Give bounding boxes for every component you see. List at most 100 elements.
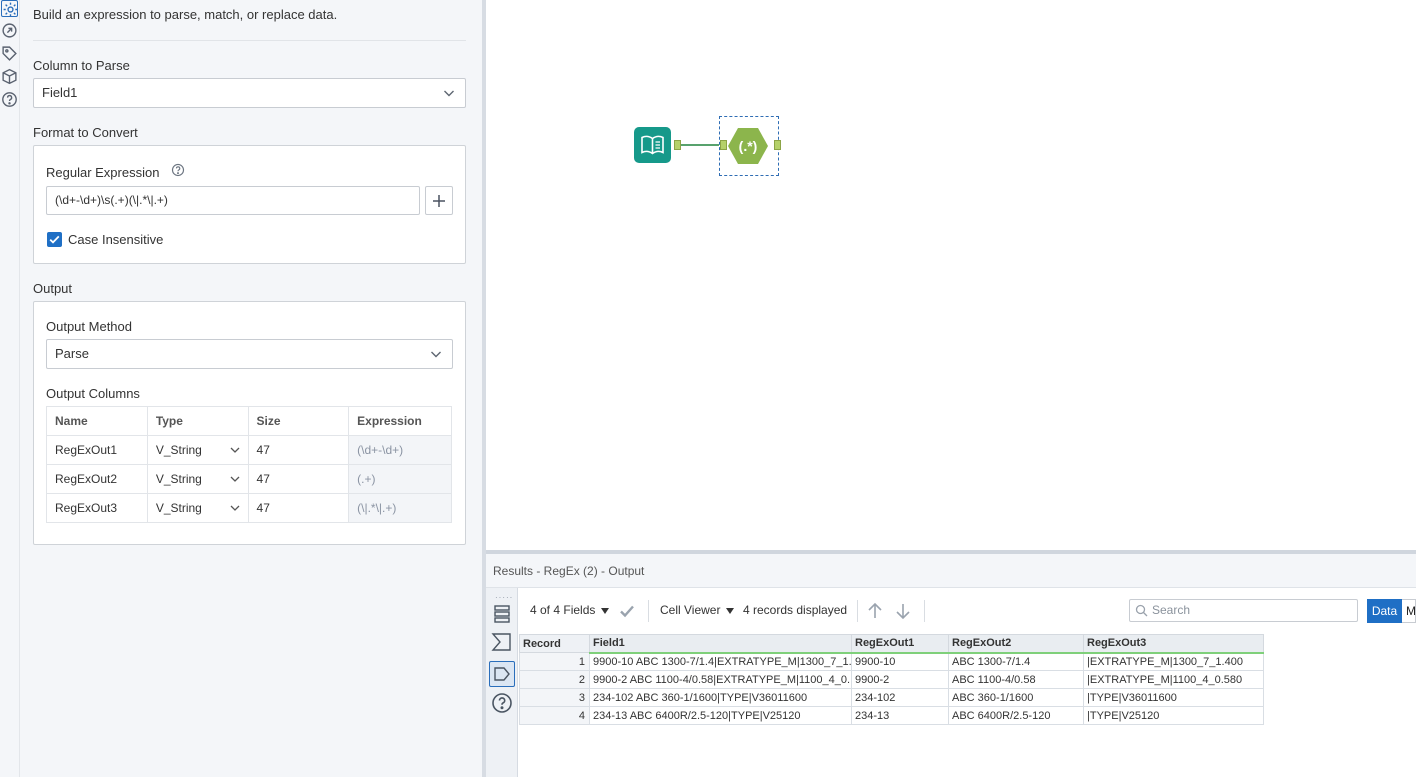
- output-column-size[interactable]: 47: [247, 464, 350, 494]
- column-header: Name: [46, 406, 148, 436]
- grid-header[interactable]: Field1: [589, 634, 852, 654]
- tool-description: Build an expression to parse, match, or …: [33, 7, 338, 22]
- output-column-name[interactable]: RegExOut3: [46, 493, 148, 523]
- grid-cell[interactable]: |TYPE|V25120: [1083, 706, 1264, 725]
- grid-header[interactable]: RegExOut1: [851, 634, 949, 654]
- chevron-down-icon: [443, 88, 455, 98]
- output-column-name[interactable]: RegExOut1: [46, 435, 148, 465]
- type-value: V_String: [155, 501, 202, 515]
- case-insensitive-checkbox[interactable]: [47, 232, 62, 247]
- case-insensitive-label: Case Insensitive: [68, 232, 164, 247]
- column-header: Size: [247, 406, 350, 436]
- column-header: Type: [146, 406, 249, 436]
- chevron-down-icon: [230, 504, 240, 512]
- output-box: Output Method Parse Output Columns Name …: [33, 301, 466, 545]
- grid-cell[interactable]: |EXTRATYPE_M|1300_7_1.400: [1083, 652, 1264, 671]
- grid-cell[interactable]: 9900-10 ABC 1300-7/1.4|EXTRATYPE_M|1300_…: [589, 652, 852, 671]
- metadata-view-button[interactable]: M: [1402, 599, 1416, 623]
- grip-handle[interactable]: ·····: [495, 593, 513, 602]
- toolbar-separator: [648, 600, 649, 622]
- output-column-size[interactable]: 47: [247, 435, 350, 465]
- output-column-type[interactable]: V_String: [146, 493, 249, 523]
- connection-icon[interactable]: [1, 22, 18, 39]
- table-row: RegExOut3 V_String 47 (\|.*\|.+): [46, 493, 452, 523]
- record-number: 3: [519, 688, 590, 707]
- configuration-panel: Build an expression to parse, match, or …: [20, 0, 482, 777]
- column-header: Expression: [348, 406, 452, 436]
- output-label: Output: [33, 281, 73, 296]
- rows-icon[interactable]: [491, 603, 513, 625]
- divider: [33, 40, 466, 41]
- regular-expression-label: Regular Expression: [46, 165, 160, 180]
- grid-header[interactable]: Record: [519, 634, 590, 653]
- table-row: RegExOut1 V_String 47 (\d+-\d+): [46, 435, 452, 465]
- grid-cell[interactable]: ABC 1300-7/1.4: [948, 652, 1084, 671]
- table-row: RegExOut2 V_String 47 (.+): [46, 464, 452, 494]
- output-anchor[interactable]: [774, 140, 781, 150]
- grid-cell[interactable]: 234-102: [851, 688, 949, 707]
- grid-cell[interactable]: |EXTRATYPE_M|1100_4_0.580: [1083, 670, 1264, 689]
- arrow-down-icon[interactable]: [894, 602, 912, 620]
- arrow-up-icon[interactable]: [866, 602, 884, 620]
- grid-cell[interactable]: ABC 6400R/2.5-120: [948, 706, 1084, 725]
- output-column-type[interactable]: V_String: [146, 464, 249, 494]
- grid-cell[interactable]: ABC 360-1/1600: [948, 688, 1084, 707]
- grid-cell[interactable]: 9900-2: [851, 670, 949, 689]
- cell-viewer-dropdown[interactable]: Cell Viewer: [660, 603, 720, 617]
- output-column-expression: (\|.*\|.+): [348, 493, 452, 523]
- grid-cell[interactable]: 234-13: [851, 706, 949, 725]
- help-icon[interactable]: [1, 91, 18, 108]
- sigma-icon[interactable]: [491, 631, 513, 653]
- help-icon[interactable]: [491, 692, 513, 714]
- input-data-tool[interactable]: [634, 127, 671, 163]
- connection-line[interactable]: [681, 144, 719, 146]
- tag-icon[interactable]: [489, 661, 515, 687]
- output-method-value: Parse: [55, 346, 89, 361]
- cube-icon[interactable]: [1, 68, 18, 85]
- gear-icon[interactable]: [1, 0, 18, 17]
- results-sidebar: ·····: [486, 588, 518, 777]
- output-column-size[interactable]: 47: [247, 493, 350, 523]
- checkmark-icon[interactable]: [618, 602, 636, 620]
- output-column-type[interactable]: V_String: [146, 435, 249, 465]
- output-method-label: Output Method: [46, 319, 132, 334]
- fields-selector[interactable]: 4 of 4 Fields: [530, 603, 595, 617]
- grid-cell[interactable]: |TYPE|V36011600: [1083, 688, 1264, 707]
- grid-cell[interactable]: ABC 1100-4/0.58: [948, 670, 1084, 689]
- table-row[interactable]: 1 9900-10 ABC 1300-7/1.4|EXTRATYPE_M|130…: [519, 652, 1264, 671]
- data-view-button[interactable]: Data: [1367, 599, 1402, 623]
- column-to-parse-dropdown[interactable]: Field1: [33, 78, 466, 108]
- chevron-down-icon[interactable]: [726, 608, 734, 614]
- chevron-down-icon[interactable]: [601, 608, 609, 614]
- chevron-down-icon: [430, 349, 442, 359]
- toolbar-separator: [924, 600, 925, 622]
- results-title: Results - RegEx (2) - Output: [486, 554, 1416, 588]
- plus-icon: [433, 195, 445, 207]
- table-row[interactable]: 3 234-102 ABC 360-1/1600|TYPE|V36011600 …: [519, 688, 1264, 707]
- output-method-dropdown[interactable]: Parse: [46, 339, 453, 369]
- search-input[interactable]: Search: [1129, 599, 1358, 622]
- table-row[interactable]: 2 9900-2 ABC 1100-4/0.58|EXTRATYPE_M|110…: [519, 670, 1264, 689]
- workflow-canvas[interactable]: (.*): [486, 0, 1416, 550]
- help-icon[interactable]: [171, 163, 185, 177]
- grid-cell[interactable]: 9900-10: [851, 652, 949, 671]
- grid-cell[interactable]: 234-102 ABC 360-1/1600|TYPE|V36011600: [589, 688, 852, 707]
- record-number: 4: [519, 706, 590, 725]
- tag-icon[interactable]: [1, 45, 18, 62]
- grid-cell[interactable]: 9900-2 ABC 1100-4/0.58|EXTRATYPE_M|1100_…: [589, 670, 852, 689]
- grid-header[interactable]: RegExOut2: [948, 634, 1084, 654]
- column-to-parse-label: Column to Parse: [33, 58, 130, 73]
- results-grid: Record Field1 RegExOut1 RegExOut2 RegExO…: [519, 634, 1264, 725]
- regex-glyph: (.*): [739, 138, 758, 154]
- record-number: 1: [519, 652, 590, 671]
- table-row[interactable]: 4 234-13 ABC 6400R/2.5-120|TYPE|V25120 2…: [519, 706, 1264, 725]
- output-anchor[interactable]: [674, 140, 681, 150]
- regular-expression-input[interactable]: (\d+-\d+)\s(.+)(\|.*\|.+): [46, 186, 420, 215]
- regex-tool[interactable]: (.*): [728, 127, 768, 165]
- output-column-name[interactable]: RegExOut2: [46, 464, 148, 494]
- insert-token-button[interactable]: [425, 186, 453, 215]
- input-anchor[interactable]: [720, 140, 727, 150]
- grid-cell[interactable]: 234-13 ABC 6400R/2.5-120|TYPE|V25120: [589, 706, 852, 725]
- grid-header[interactable]: RegExOut3: [1083, 634, 1264, 654]
- search-icon: [1135, 604, 1148, 617]
